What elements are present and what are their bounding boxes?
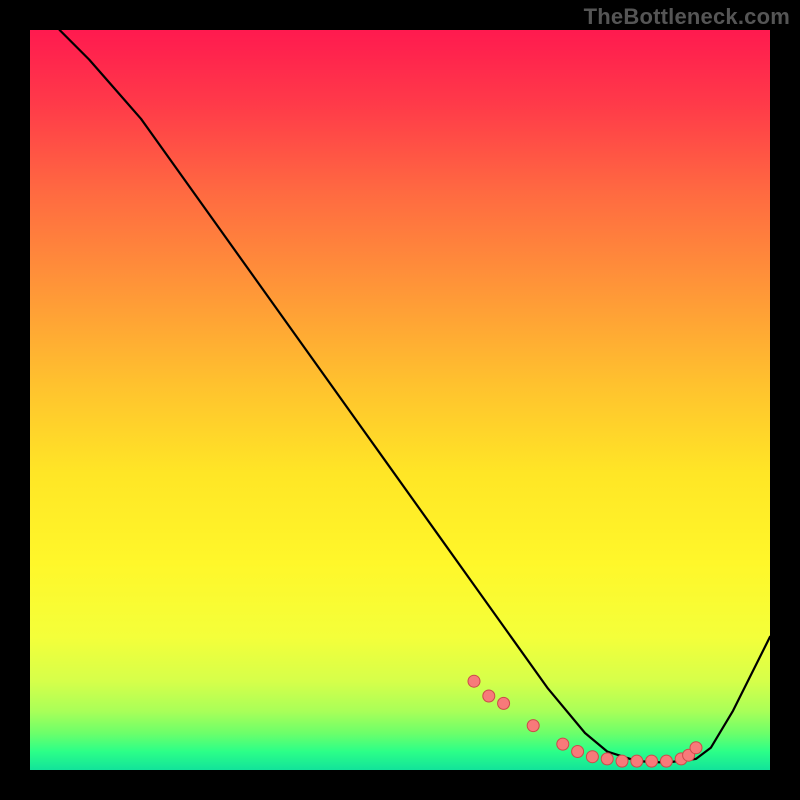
marker-dot (690, 742, 702, 754)
chart-frame: TheBottleneck.com (0, 0, 800, 800)
marker-dot (557, 738, 569, 750)
marker-dot (498, 697, 510, 709)
bottleneck-plot (30, 30, 770, 770)
marker-dot (601, 753, 613, 765)
marker-dot (572, 746, 584, 758)
marker-dot (616, 755, 628, 767)
marker-dot (527, 720, 539, 732)
marker-dot (660, 755, 672, 767)
marker-dot (646, 755, 658, 767)
marker-dot (586, 751, 598, 763)
plot-svg (30, 30, 770, 770)
marker-dot (468, 675, 480, 687)
marker-dot (631, 755, 643, 767)
watermark-label: TheBottleneck.com (584, 4, 790, 30)
marker-dot (483, 690, 495, 702)
gradient-background (30, 30, 770, 770)
